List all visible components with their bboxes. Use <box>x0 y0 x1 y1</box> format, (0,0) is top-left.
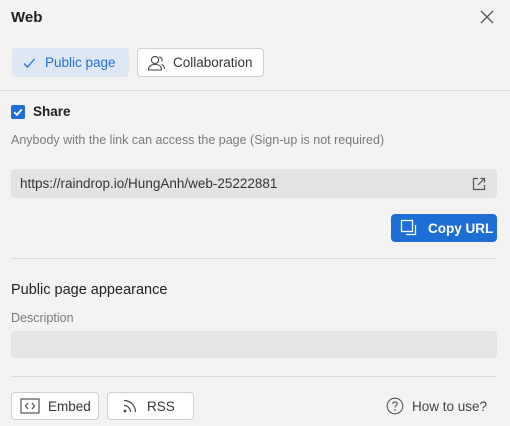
description-input[interactable] <box>11 331 497 358</box>
rss-button[interactable]: RSS <box>107 392 194 420</box>
users-icon <box>147 55 166 71</box>
checkmark-icon <box>13 108 23 116</box>
help-icon <box>386 397 404 415</box>
tab-label: Collaboration <box>173 55 253 70</box>
public-url-field[interactable]: https://raindrop.io/HungAnh/web-25222881 <box>11 169 497 198</box>
copy-icon <box>400 219 417 236</box>
rss-label: RSS <box>147 398 175 414</box>
how-to-use-link[interactable]: How to use? <box>386 397 487 415</box>
share-hint: Anybody with the link can access the pag… <box>11 133 385 147</box>
how-to-use-label: How to use? <box>412 398 488 414</box>
open-link-icon[interactable] <box>471 176 487 192</box>
check-icon <box>23 58 35 68</box>
section-title: Public page appearance <box>11 282 168 298</box>
copy-url-button[interactable]: Copy URL <box>391 214 497 242</box>
close-button[interactable] <box>477 7 497 27</box>
share-row: Share <box>11 104 71 119</box>
copy-url-label: Copy URL <box>428 220 494 236</box>
rss-icon <box>123 399 137 413</box>
tab-public-page[interactable]: Public page <box>12 48 129 77</box>
code-icon <box>20 398 40 414</box>
dialog-title: Web <box>11 9 43 26</box>
close-icon <box>480 10 494 24</box>
share-label: Share <box>33 104 71 119</box>
embed-button[interactable]: Embed <box>11 392 99 420</box>
description-label: Description <box>11 311 74 325</box>
public-url-text: https://raindrop.io/HungAnh/web-25222881 <box>20 176 278 191</box>
tab-collaboration[interactable]: Collaboration <box>137 48 264 77</box>
divider <box>11 258 497 259</box>
share-checkbox[interactable] <box>11 104 25 119</box>
tab-label: Public page <box>45 55 116 70</box>
divider <box>11 376 497 377</box>
embed-label: Embed <box>48 398 91 414</box>
divider <box>0 90 510 91</box>
